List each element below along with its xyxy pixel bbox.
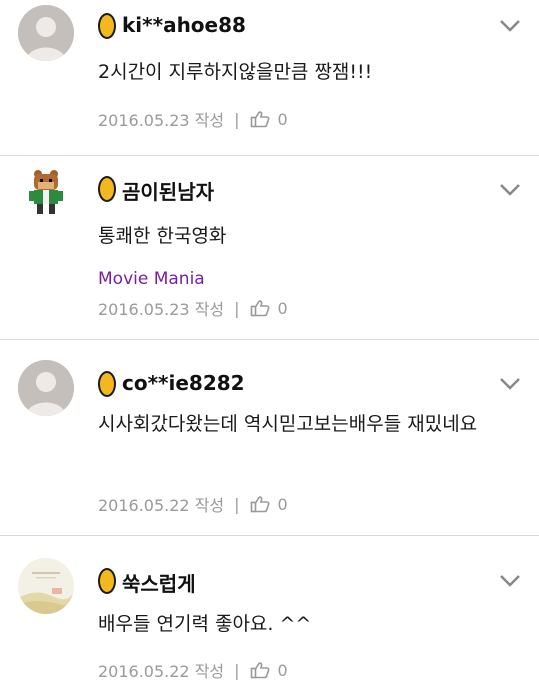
comment-meta: 2016.05.22 작성 | 0 <box>98 658 288 682</box>
separator: | <box>234 494 240 514</box>
default-user-icon <box>18 5 74 61</box>
avatar[interactable] <box>18 558 74 614</box>
bear-character-icon <box>18 164 74 220</box>
separator: | <box>234 109 240 129</box>
thumbs-up-icon[interactable] <box>250 110 270 128</box>
chevron-down-icon[interactable] <box>499 19 521 33</box>
comment-item: 곰이된남자 통쾌한 한국영화 Movie Mania 2016.05.23 작성… <box>0 155 539 339</box>
grade-badge-icon <box>98 176 116 202</box>
picture-thumbnail-icon <box>18 558 74 614</box>
comment-date: 2016.05.22 작성 <box>98 496 225 515</box>
avatar[interactable] <box>18 5 74 61</box>
comment-meta: 2016.05.22 작성 | 0 <box>98 492 288 516</box>
grade-badge-icon <box>98 568 116 594</box>
chevron-down-icon[interactable] <box>499 183 521 197</box>
grade-badge-icon <box>98 371 116 397</box>
grade-badge-icon <box>98 13 116 39</box>
comment-item: ki**ahoe88 2시간이 지루하지않을만큼 짱잼!!! 2016.05.2… <box>0 0 539 155</box>
avatar[interactable] <box>18 360 74 416</box>
nickname[interactable]: ki**ahoe88 <box>122 13 246 37</box>
chevron-down-icon[interactable] <box>499 574 521 588</box>
like-count: 0 <box>277 494 288 514</box>
nickname[interactable]: 쑥스럽게 <box>122 568 196 597</box>
comment-text: 통쾌한 한국영화 <box>98 225 227 247</box>
comment-text: 2시간이 지루하지않을만큼 짱잼!!! <box>98 61 373 83</box>
chevron-down-icon[interactable] <box>499 377 521 391</box>
like-count: 0 <box>277 109 288 129</box>
separator: | <box>234 298 240 318</box>
comment-date: 2016.05.23 작성 <box>98 300 225 319</box>
user-tag: Movie Mania <box>98 269 205 289</box>
comment-meta: 2016.05.23 작성 | 0 <box>98 107 288 131</box>
thumbs-up-icon[interactable] <box>250 495 270 513</box>
comment-meta: 2016.05.23 작성 | 0 <box>98 296 288 320</box>
thumbs-up-icon[interactable] <box>250 299 270 317</box>
nickname[interactable]: co**ie8282 <box>122 371 245 395</box>
comment-text: 배우들 연기력 좋아요. ^^ <box>98 613 312 635</box>
comment-item: 쑥스럽게 배우들 연기력 좋아요. ^^ 2016.05.22 작성 | 0 <box>0 535 539 681</box>
comment-date: 2016.05.22 작성 <box>98 662 225 681</box>
comment-date: 2016.05.23 작성 <box>98 111 225 130</box>
comment-item: co**ie8282 시사회갔다왔는데 역시믿고보는배우들 재밌네요 2016.… <box>0 339 539 535</box>
thumbs-up-icon[interactable] <box>250 661 270 679</box>
like-count: 0 <box>277 298 288 318</box>
avatar[interactable] <box>18 164 74 220</box>
nickname[interactable]: 곰이된남자 <box>122 176 214 205</box>
default-user-icon <box>18 360 74 416</box>
comment-text: 시사회갔다왔는데 역시믿고보는배우들 재밌네요 <box>98 413 478 435</box>
separator: | <box>234 660 240 680</box>
like-count: 0 <box>277 660 288 680</box>
